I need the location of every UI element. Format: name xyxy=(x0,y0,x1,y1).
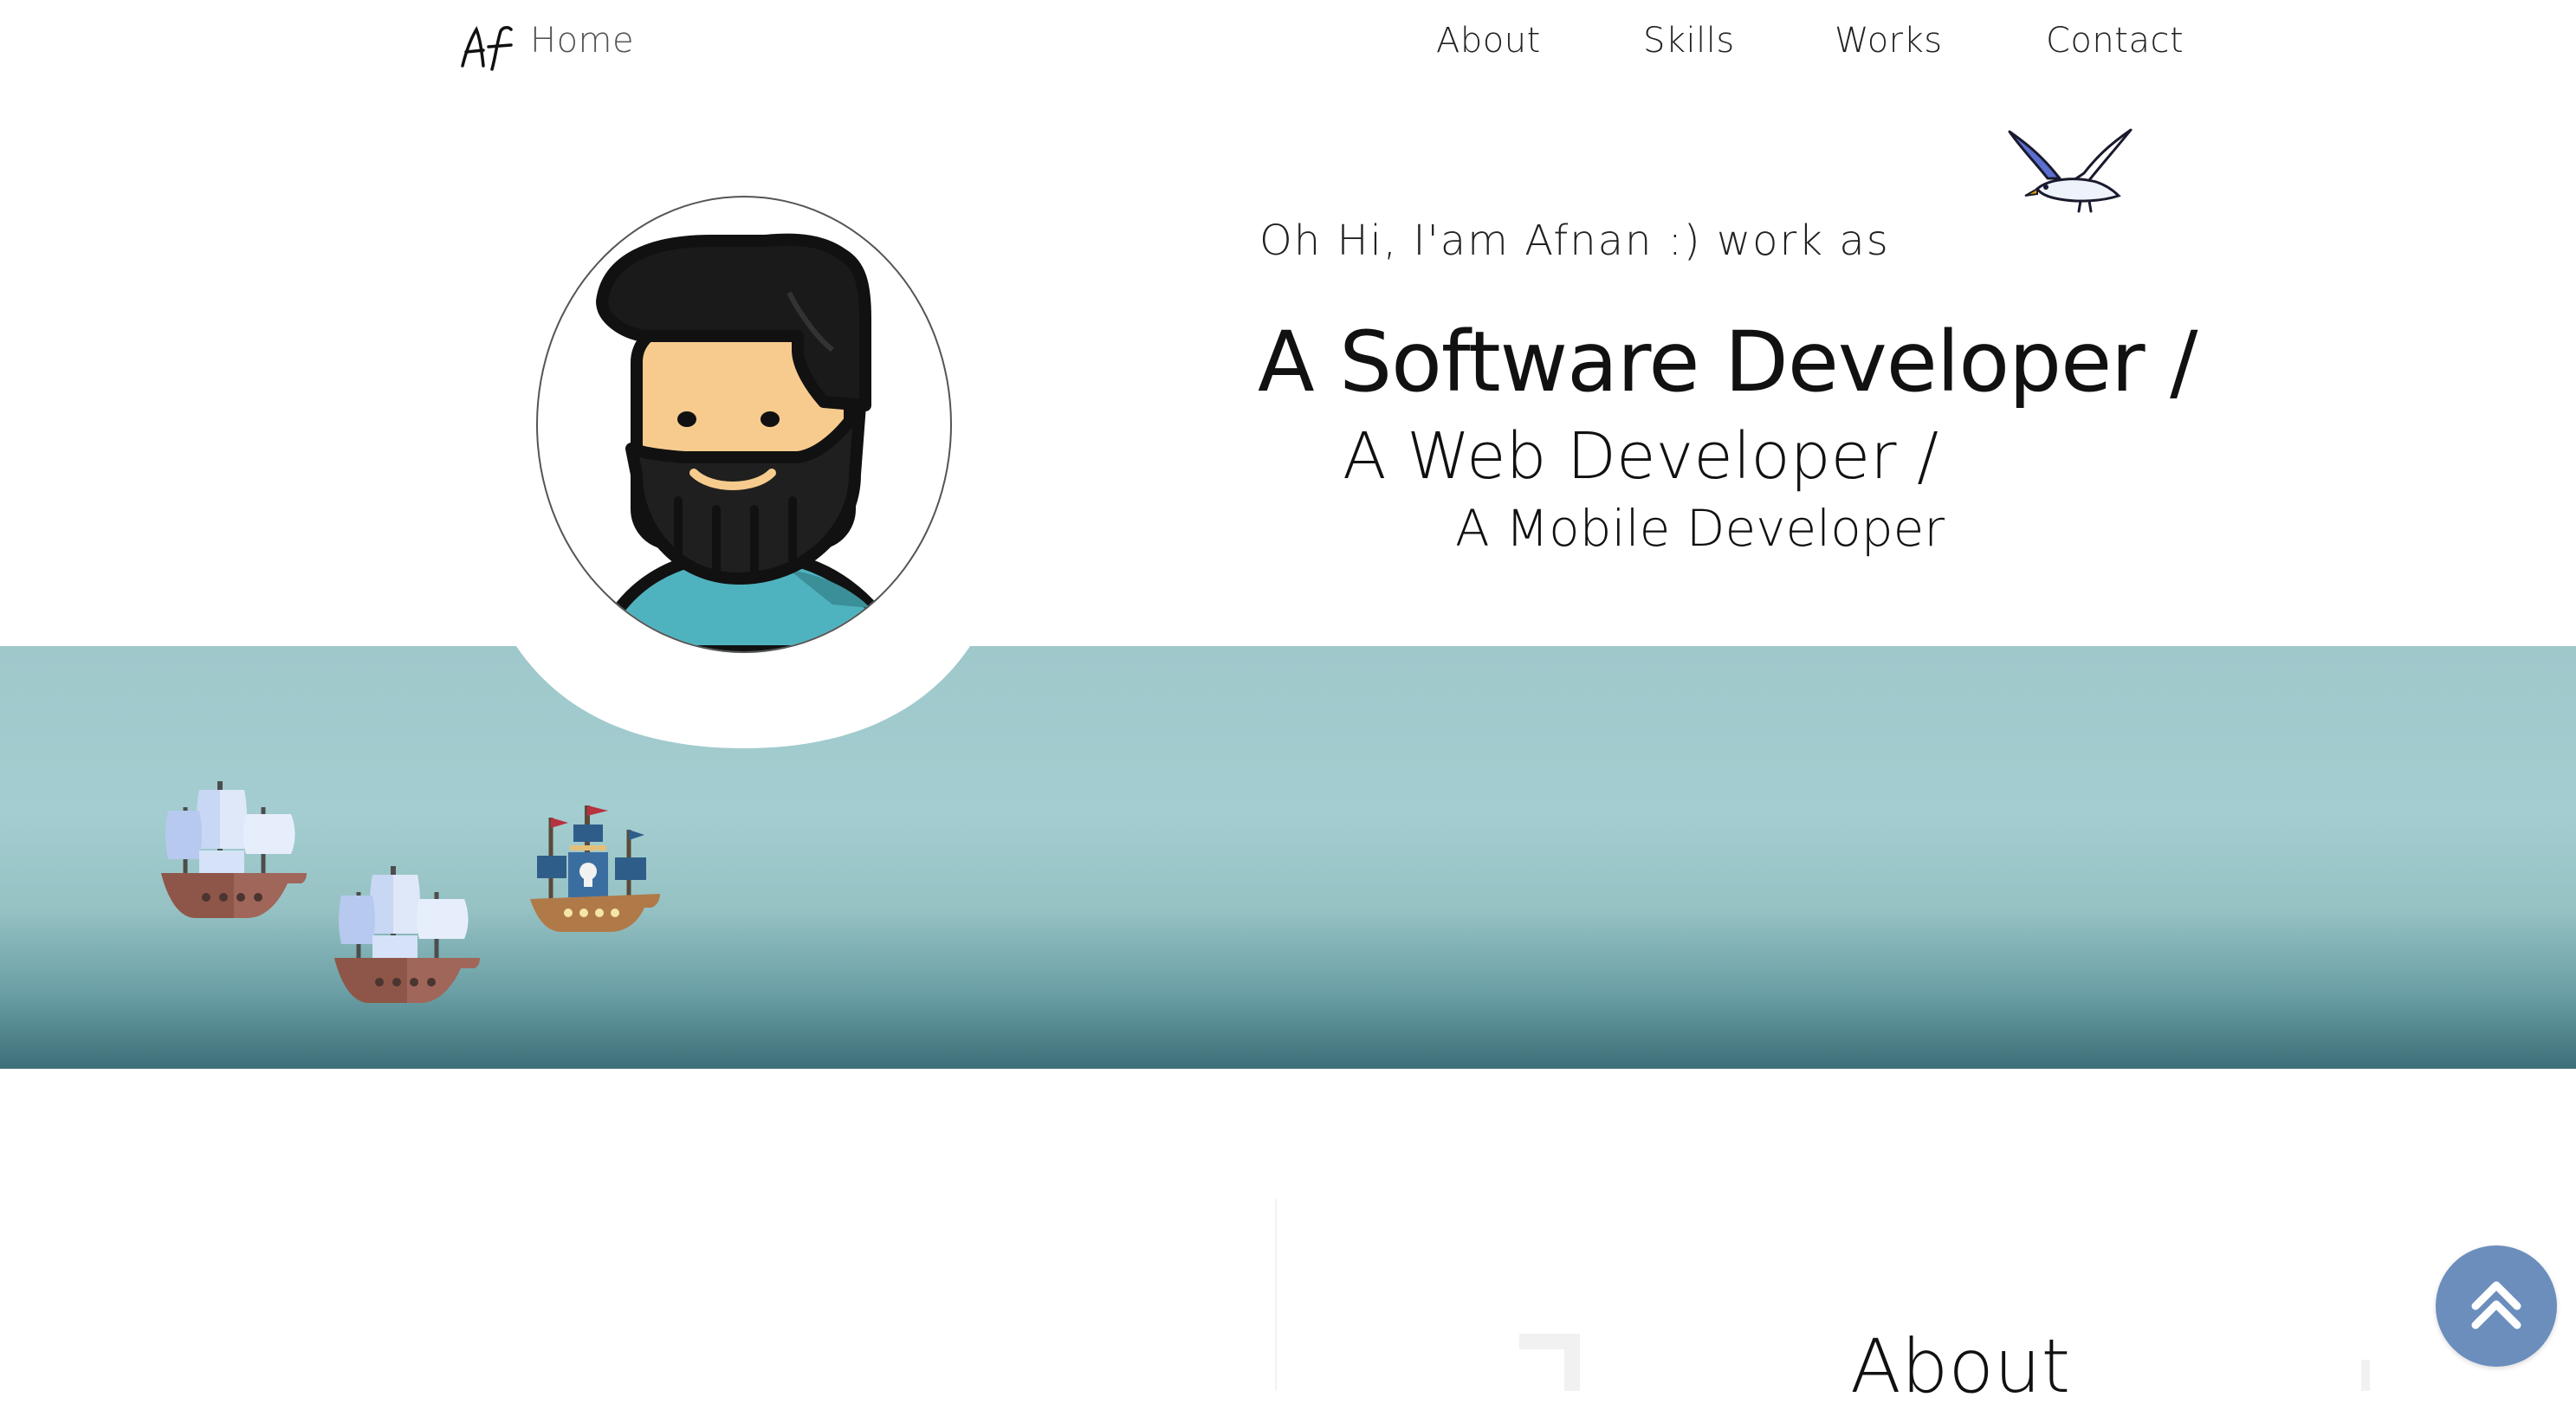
sailing-ship-icon xyxy=(334,866,480,1003)
nav-works-link[interactable]: Works xyxy=(1835,21,1943,61)
pirate-ship-icon xyxy=(530,805,660,932)
about-card-edge xyxy=(1275,1199,1277,1391)
about-decoration-mark xyxy=(2361,1360,2370,1391)
af-logo-icon[interactable] xyxy=(457,23,518,74)
sea-notch-shape xyxy=(516,646,970,748)
hero-greeting: Oh Hi, I'am Afnan :) work as xyxy=(1259,217,1890,265)
avatar-frame xyxy=(536,196,952,653)
nav-home-link[interactable]: Home xyxy=(530,21,634,61)
hero-role-mobile: A Mobile Developer xyxy=(1455,499,1945,558)
about-heading: About xyxy=(1850,1323,2071,1410)
nav-contact-link[interactable]: Contact xyxy=(2046,21,2184,61)
back-to-top-button[interactable] xyxy=(2436,1245,2557,1367)
about-decoration-shape xyxy=(1519,1334,1580,1391)
hero-role-software: A Software Developer / xyxy=(1258,314,2197,411)
top-nav: Home About Skills Works Contact xyxy=(0,0,2576,95)
double-chevron-up-icon xyxy=(2471,1281,2521,1329)
sailing-ship-icon xyxy=(161,781,307,918)
bearded-man-avatar-icon xyxy=(584,233,908,651)
nav-skills-link[interactable]: Skills xyxy=(1643,21,1735,61)
hero-role-web: A Web Developer / xyxy=(1343,419,1939,494)
nav-about-link[interactable]: About xyxy=(1436,21,1541,61)
seagull-icon xyxy=(2008,128,2133,213)
